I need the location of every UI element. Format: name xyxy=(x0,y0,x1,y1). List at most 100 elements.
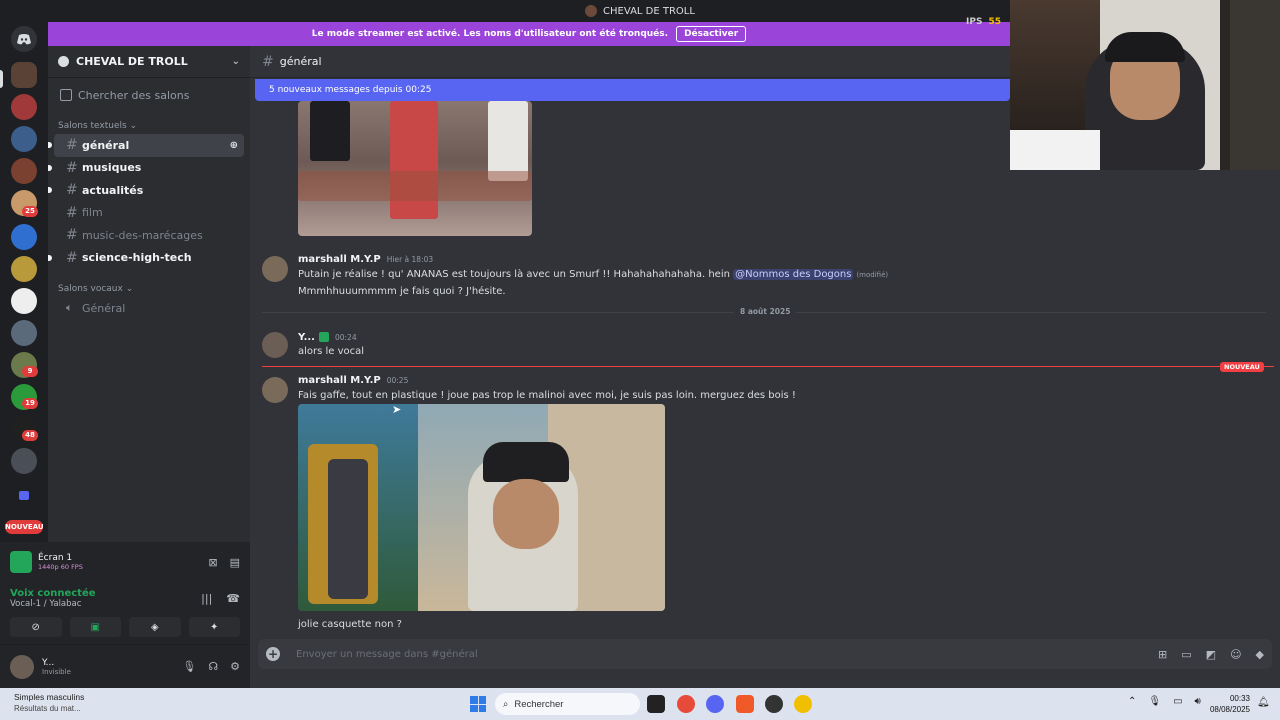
message-header: marshall M.Y.P 00:25 xyxy=(298,375,408,386)
gear-icon[interactable]: ⚙ xyxy=(230,660,240,673)
message-author[interactable]: marshall M.Y.P xyxy=(298,254,381,265)
unread-indicator xyxy=(48,164,52,171)
app-icon[interactable] xyxy=(794,695,812,713)
channel-item[interactable]: # général ⊕ xyxy=(48,134,244,157)
avatar[interactable] xyxy=(262,332,288,358)
obs-icon[interactable] xyxy=(765,695,783,713)
chrome-icon[interactable] xyxy=(677,695,695,713)
server-badge-icon xyxy=(58,56,69,67)
taskbar-clock[interactable]: 00:33 08/08/2025 xyxy=(1206,693,1250,715)
brave-icon[interactable] xyxy=(736,695,754,713)
new-messages-bar[interactable]: 5 nouveaux messages depuis 00:25 xyxy=(255,79,1010,101)
voice-channel-name[interactable]: Vocal-1 / Yalabac xyxy=(10,599,96,609)
user-mention[interactable]: @Nommos des Dogons xyxy=(733,269,854,280)
server-icon-4[interactable] xyxy=(11,158,37,184)
share-screen-button[interactable]: ▣ xyxy=(69,617,121,637)
streamer-mode-banner: Le mode streamer est activé. Les noms d'… xyxy=(48,22,1010,46)
news-widget[interactable]: Simples masculins Résultats du mat... xyxy=(14,692,84,714)
add-attachment-icon[interactable]: + xyxy=(266,647,280,661)
server-icon xyxy=(585,5,598,17)
server-icon-6[interactable] xyxy=(11,224,37,250)
chevron-up-icon[interactable]: ⌃ xyxy=(1128,696,1136,707)
screen-share-row: Écran 1 1440p 60 FPS ⊠ ▤ xyxy=(0,542,250,582)
microphone-icon[interactable]: 🎙︎ xyxy=(182,660,196,673)
voice-connected-label[interactable]: Voix connectée xyxy=(10,588,96,599)
channel-item[interactable]: # music-des-marécages xyxy=(54,224,244,247)
activities-button[interactable]: ◈ xyxy=(129,617,181,637)
headphones-icon[interactable]: ☊ xyxy=(208,660,218,673)
unread-indicator xyxy=(48,187,52,194)
channel-label: music-des-marécages xyxy=(82,228,203,242)
server-icon-8[interactable] xyxy=(11,288,37,314)
volume-icon[interactable]: 🔊︎ xyxy=(1195,696,1201,707)
server-header[interactable]: CHEVAL DE TROLL ⌄ xyxy=(48,46,250,78)
voice-channels-category[interactable]: Salons vocaux ⌄ xyxy=(48,275,250,297)
server-icon-7[interactable] xyxy=(11,256,37,282)
verified-badge-icon xyxy=(318,332,329,342)
search-icon: ⌕ xyxy=(503,698,509,710)
date-divider-label: 8 août 2025 xyxy=(734,307,797,316)
avatar[interactable] xyxy=(262,256,288,282)
channel-search-placeholder: Chercher des salons xyxy=(78,88,190,102)
message-composer[interactable]: + Envoyer un message dans #général ⊞ ▭ ◩… xyxy=(258,639,1272,669)
server-icon-3[interactable] xyxy=(11,126,37,152)
network-icon[interactable]: ▭ xyxy=(1173,696,1182,707)
fps-counter: IPS 55 xyxy=(966,17,1001,27)
message-image-attachment[interactable] xyxy=(298,404,665,611)
server-mention-badge: 25 xyxy=(22,206,38,217)
popout-icon[interactable]: ▤ xyxy=(230,556,240,569)
discord-taskbar-icon[interactable] xyxy=(706,695,724,713)
message-text: jolie casquette non ? xyxy=(298,619,402,630)
user-status: Invisible xyxy=(42,667,71,676)
avatar[interactable] xyxy=(10,654,34,679)
taskbar-search[interactable]: ⌕ Rechercher xyxy=(495,693,640,715)
chevron-down-icon: ⌄ xyxy=(231,56,240,67)
soundboard-button[interactable]: ✦ xyxy=(188,617,240,637)
edited-label: (modifié) xyxy=(856,271,889,279)
invite-member-icon[interactable]: ⊕ xyxy=(230,140,238,151)
message-author[interactable]: marshall M.Y.P xyxy=(298,375,381,386)
speaker-icon: 🔈︎ xyxy=(66,301,73,314)
camera-off-button[interactable]: ⊘ xyxy=(10,617,62,637)
new-messages-divider xyxy=(262,366,1274,367)
hash-icon: # xyxy=(66,249,78,266)
server-icon-13[interactable] xyxy=(11,448,37,474)
avatar[interactable] xyxy=(262,377,288,403)
gif-icon[interactable]: ▭ xyxy=(1181,648,1191,661)
channel-item[interactable]: # actualités xyxy=(48,179,244,202)
disconnect-icon[interactable]: ☎ xyxy=(226,592,240,605)
server-icon-2[interactable] xyxy=(11,94,37,120)
task-view-icon[interactable] xyxy=(647,695,665,713)
channel-item[interactable]: # science-high-tech xyxy=(48,247,244,270)
emoji-icon[interactable]: ☺ xyxy=(1230,648,1241,661)
server-icon-9[interactable] xyxy=(11,320,37,346)
channel-search[interactable]: Chercher des salons xyxy=(48,78,250,112)
channel-label: actualités xyxy=(82,183,144,197)
new-servers-pill[interactable]: NOUVEAU xyxy=(5,520,44,534)
discord-home-icon[interactable] xyxy=(11,26,37,52)
user-name: Y... xyxy=(42,657,55,668)
new-messages-tag: NOUVEAU xyxy=(1220,362,1264,372)
text-channels-category[interactable]: Salons textuels ⌄ xyxy=(48,112,250,134)
folder-icon[interactable] xyxy=(11,482,37,508)
channel-label: science-high-tech xyxy=(82,251,192,265)
apps-icon[interactable]: ◆ xyxy=(1256,648,1264,661)
microphone-icon[interactable]: 🎙︎ xyxy=(1148,696,1161,707)
sticker-icon[interactable]: ◩ xyxy=(1206,648,1216,661)
message-text: Putain je réalise ! qu' ANANAS est toujo… xyxy=(298,269,888,280)
voice-channel-label: Général xyxy=(82,301,126,315)
noise-suppression-icon[interactable]: ||| xyxy=(201,592,212,605)
message-image-attachment[interactable] xyxy=(298,101,532,236)
server-mention-badge: 48 xyxy=(22,430,38,441)
server-cheval-de-troll-icon[interactable] xyxy=(11,62,37,88)
notification-bell-icon[interactable]: 🔔︎ xyxy=(1257,697,1270,708)
windows-start-icon[interactable] xyxy=(470,696,486,712)
gift-icon[interactable]: ⊞ xyxy=(1158,648,1167,661)
composer-placeholder[interactable]: Envoyer un message dans #général xyxy=(296,649,478,660)
message-author[interactable]: Y... xyxy=(298,332,315,343)
stop-stream-icon[interactable]: ⊠ xyxy=(208,556,217,569)
disable-streamer-button[interactable]: Désactiver xyxy=(676,26,747,42)
channel-item[interactable]: # film xyxy=(54,202,244,225)
voice-channel-general[interactable]: 🔈︎ Général xyxy=(54,297,244,319)
channel-item[interactable]: # musiques xyxy=(48,157,244,180)
